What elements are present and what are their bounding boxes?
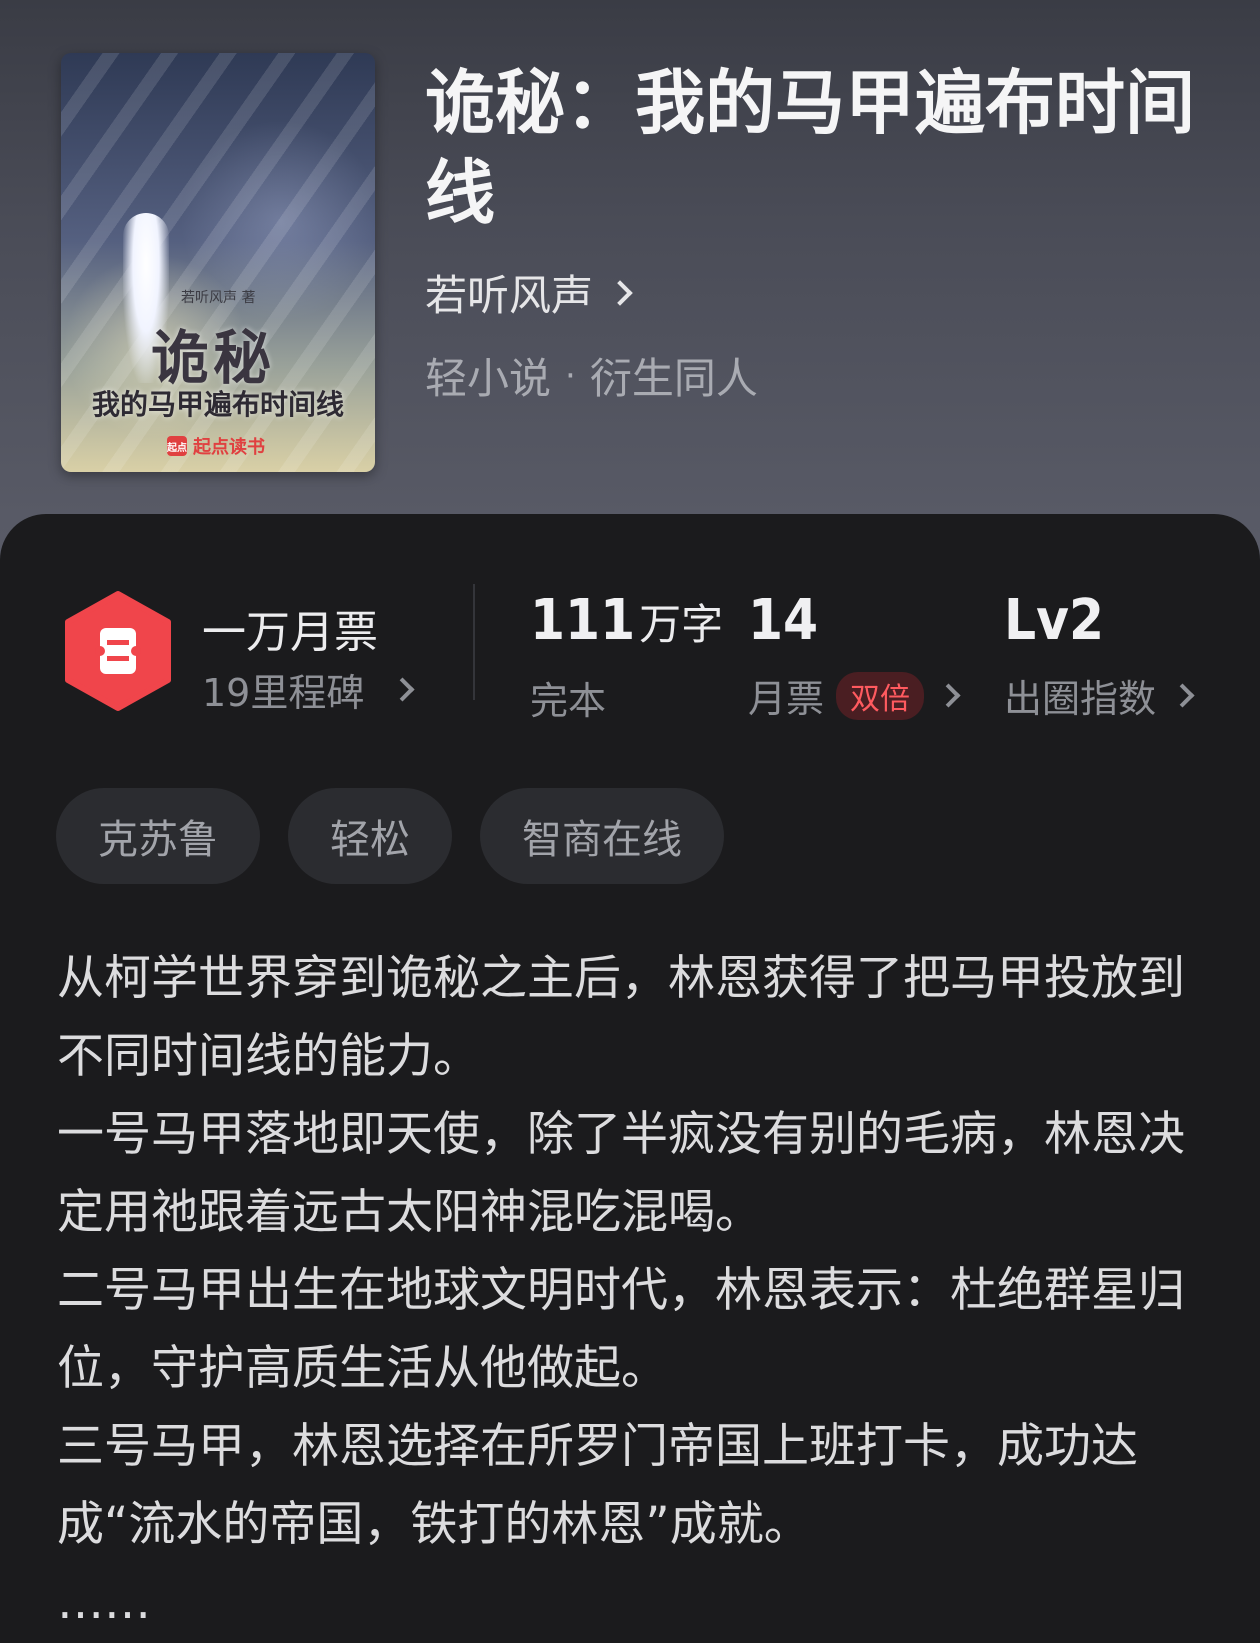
book-title: 诡秘：我的马甲遍布时间线	[425, 61, 1195, 234]
word-count-unit: 万字	[639, 600, 724, 649]
influence-level-value: Lv2	[1004, 588, 1104, 653]
book-synopsis[interactable]: 从柯学世界穿到诡秘之主后，林恩获得了把马甲投放到不同时间线的能力。 一号马甲落地…	[57, 940, 1207, 1642]
influence-index-link[interactable]: 出圈指数	[1004, 668, 1195, 723]
cover-title-small: 我的马甲遍布时间线	[91, 388, 344, 421]
cover-brand: 起点 起点读书	[167, 433, 265, 459]
chevron-right-icon	[936, 683, 961, 708]
monthly-votes-link[interactable]: 月票 双倍	[748, 668, 961, 723]
subcategory-label[interactable]: 衍生同人	[590, 345, 758, 406]
stats-divider	[473, 584, 475, 700]
synopsis-ellipsis: ……	[57, 1575, 151, 1630]
chevron-right-icon	[390, 677, 415, 702]
word-count-value: 111	[530, 588, 636, 653]
synopsis-paragraph: 从柯学世界穿到诡秘之主后，林恩获得了把马甲投放到不同时间线的能力。	[57, 951, 1185, 1084]
cover-brand-logo: 起点	[167, 436, 187, 456]
category-row: 轻小说 · 衍生同人	[425, 345, 758, 406]
influence-index-label: 出圈指数	[1004, 677, 1157, 721]
category-label[interactable]: 轻小说	[425, 345, 551, 406]
chevron-right-icon	[1170, 683, 1195, 708]
cover-author-text: 若听风声 著	[181, 290, 256, 306]
word-count: 111 万字	[530, 588, 723, 653]
synopsis-paragraph: 三号马甲，林恩选择在所罗门帝国上班打卡，成功达成“流水的帝国，铁打的林恩”成就。	[57, 1419, 1138, 1552]
synopsis-paragraph: 一号马甲落地即天使，除了半疯没有别的毛病，林恩决定用祂跟着远古太阳神混吃混喝。	[57, 1107, 1185, 1240]
influence-level[interactable]: Lv2	[1004, 588, 1104, 653]
dot-separator: ·	[565, 355, 576, 396]
ticket-icon[interactable]	[62, 590, 174, 712]
monthly-votes[interactable]: 14	[748, 588, 818, 653]
book-cover[interactable]: 若听风声 著 诡秘 我的马甲遍布时间线 起点 起点读书	[61, 53, 375, 472]
tag-chip[interactable]: 智商在线	[480, 788, 724, 884]
tag-list: 克苏鲁 轻松 智商在线	[56, 788, 724, 884]
votes-milestone-title[interactable]: 一万月票	[202, 596, 378, 660]
book-status: 完本	[530, 679, 607, 723]
tag-chip[interactable]: 克苏鲁	[56, 788, 260, 884]
synopsis-paragraph: 二号马甲出生在地球文明时代，林恩表示：杜绝群星归位，守护高质生活从他做起。	[57, 1263, 1185, 1396]
author-name: 若听风声	[425, 271, 594, 320]
author-link[interactable]: 若听风声	[425, 262, 633, 323]
chevron-right-icon	[607, 279, 633, 306]
cover-brand-text: 起点读书	[193, 437, 265, 458]
monthly-votes-label: 月票	[748, 677, 825, 721]
tag-chip[interactable]: 轻松	[288, 788, 452, 884]
votes-milestone-sub: 19里程碑	[202, 671, 365, 715]
monthly-votes-value: 14	[748, 588, 819, 653]
double-badge: 双倍	[836, 671, 925, 720]
votes-milestone-link[interactable]: 19里程碑	[202, 662, 415, 717]
